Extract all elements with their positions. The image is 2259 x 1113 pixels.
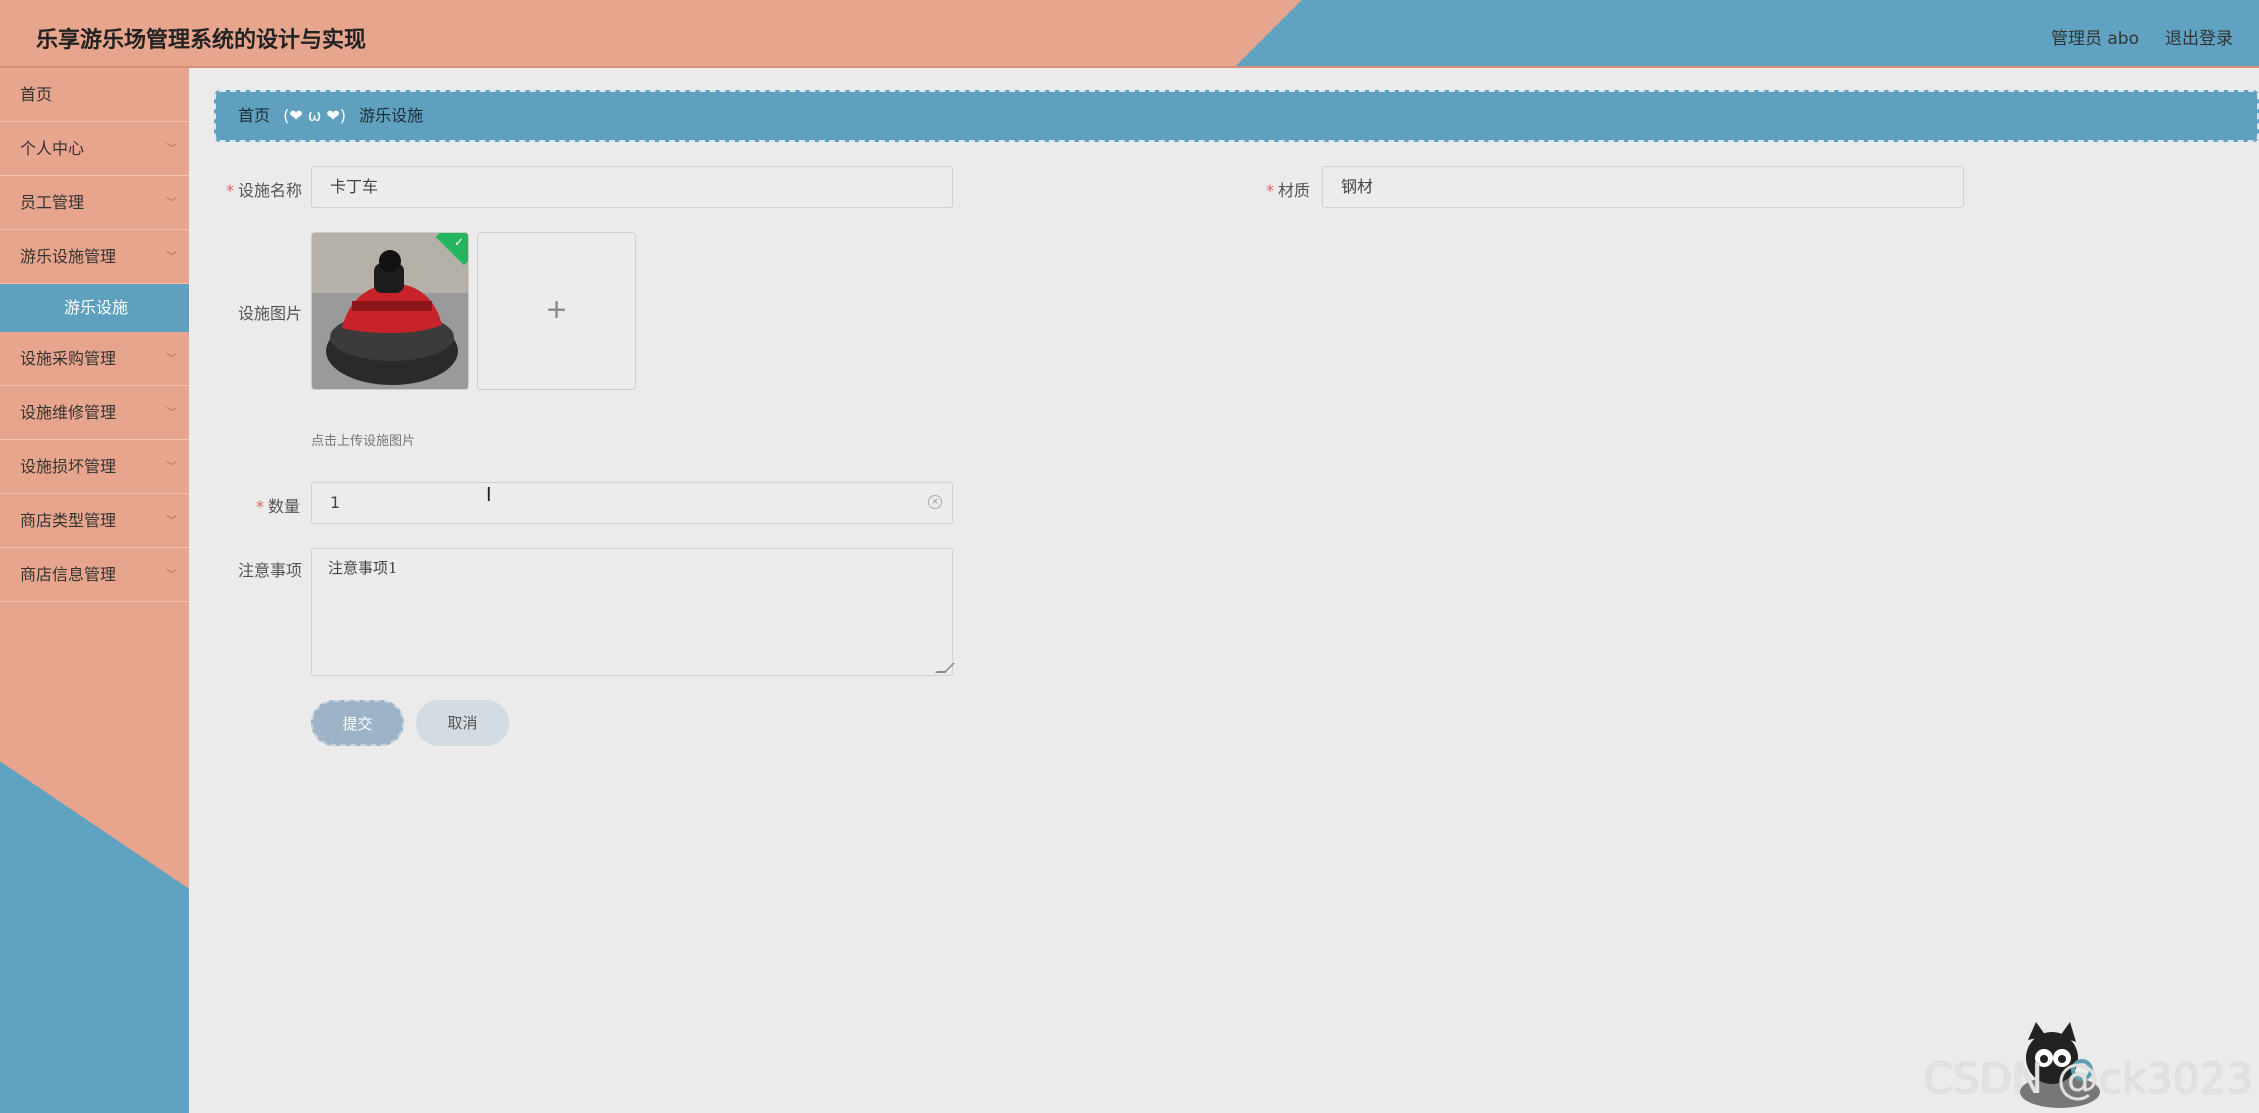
check-icon: ✓ — [453, 235, 464, 249]
sidebar-subitem-facilities[interactable]: 游乐设施 — [0, 284, 189, 332]
sidebar-item-home[interactable]: 首页 — [0, 68, 189, 122]
notes-label: 注意事项 — [238, 561, 303, 580]
material-input[interactable]: 钢材 — [1322, 166, 1964, 208]
sidebar-item-label: 商店信息管理 — [20, 565, 117, 584]
sidebar-item-repair[interactable]: 设施维修管理 ﹀ — [0, 386, 189, 440]
sidebar-item-label: 游乐设施管理 — [20, 247, 117, 266]
sidebar-item-shop-info[interactable]: 商店信息管理 ﹀ — [0, 548, 189, 602]
plus-icon: + — [546, 291, 567, 329]
quantity-input[interactable]: 1 × — [311, 482, 953, 524]
cancel-button[interactable]: 取消 — [416, 700, 509, 746]
chevron-down-icon: ﹀ — [166, 196, 177, 209]
image-label: 设施图片 — [238, 304, 303, 323]
name-label: * 设施名称 — [226, 181, 303, 200]
quantity-value: 1 — [330, 493, 341, 512]
sidebar-item-label: 游乐设施 — [64, 298, 129, 317]
breadcrumb-current: 游乐设施 — [359, 106, 424, 125]
sidebar-item-profile[interactable]: 个人中心 ﹀ — [0, 122, 189, 176]
chevron-down-icon: ﹀ — [166, 352, 177, 365]
chevron-down-icon: ﹀ — [166, 568, 177, 581]
header-user-area: 管理员 abo 退出登录 — [2051, 24, 2233, 49]
sidebar: 首页 个人中心 ﹀ 员工管理 ﹀ 游乐设施管理 ﹀ 游乐设施 设施采购管理 ﹀ … — [0, 68, 189, 1113]
sidebar-item-label: 设施维修管理 — [20, 403, 117, 422]
required-mark: * — [1266, 181, 1274, 200]
sidebar-item-purchase[interactable]: 设施采购管理 ﹀ — [0, 332, 189, 386]
clear-icon[interactable]: × — [928, 495, 942, 509]
current-user: 管理员 abo — [2050, 29, 2139, 49]
required-mark: * — [256, 497, 264, 516]
chevron-down-icon: ﹀ — [166, 514, 177, 527]
kart-photo — [312, 233, 468, 389]
notes-value: 注意事项1 — [328, 559, 398, 577]
name-input[interactable]: 卡丁车 — [311, 166, 953, 208]
material-label: * 材质 — [1266, 181, 1311, 200]
breadcrumb: 首页 (❤ ω ❤) 游乐设施 — [214, 90, 2259, 142]
uploaded-image-thumbnail[interactable]: ✓ — [311, 232, 469, 390]
app-title: 乐享游乐场管理系统的设计与实现 — [36, 28, 367, 53]
top-header: 乐享游乐场管理系统的设计与实现 管理员 abo 退出登录 — [0, 0, 2259, 68]
sidebar-item-facility-management[interactable]: 游乐设施管理 ﹀ — [0, 230, 189, 284]
sidebar-item-shop-type[interactable]: 商店类型管理 ﹀ — [0, 494, 189, 548]
chevron-down-icon: ﹀ — [166, 406, 177, 419]
quantity-label: * 数量 — [256, 497, 301, 516]
chevron-down-icon: ﹀ — [166, 142, 177, 155]
breadcrumb-home[interactable]: 首页 — [238, 106, 270, 125]
logout-button[interactable]: 退出登录 — [2165, 24, 2233, 49]
submit-button[interactable]: 提交 — [311, 700, 404, 746]
required-mark: * — [226, 181, 234, 200]
sidebar-item-label: 设施损坏管理 — [20, 457, 117, 476]
resize-handle-icon[interactable] — [935, 663, 955, 673]
breadcrumb-separator: (❤ ω ❤) — [283, 106, 346, 125]
sidebar-item-label: 首页 — [20, 85, 53, 104]
sidebar-item-label: 设施采购管理 — [20, 349, 117, 368]
sidebar-item-damage[interactable]: 设施损坏管理 ﹀ — [0, 440, 189, 494]
csdn-watermark: CSDN @ck3023 — [1923, 1054, 2253, 1103]
chevron-down-icon: ﹀ — [166, 460, 177, 473]
sidebar-item-label: 个人中心 — [20, 139, 85, 158]
upload-hint: 点击上传设施图片 — [311, 434, 416, 449]
notes-textarea[interactable]: 注意事项1 — [311, 548, 955, 676]
chevron-down-icon: ﹀ — [166, 250, 177, 263]
sidebar-item-label: 员工管理 — [20, 193, 85, 212]
text-cursor-icon: I — [486, 484, 492, 506]
sidebar-item-label: 商店类型管理 — [20, 511, 117, 530]
sidebar-item-staff[interactable]: 员工管理 ﹀ — [0, 176, 189, 230]
upload-add-button[interactable]: + — [477, 232, 636, 390]
